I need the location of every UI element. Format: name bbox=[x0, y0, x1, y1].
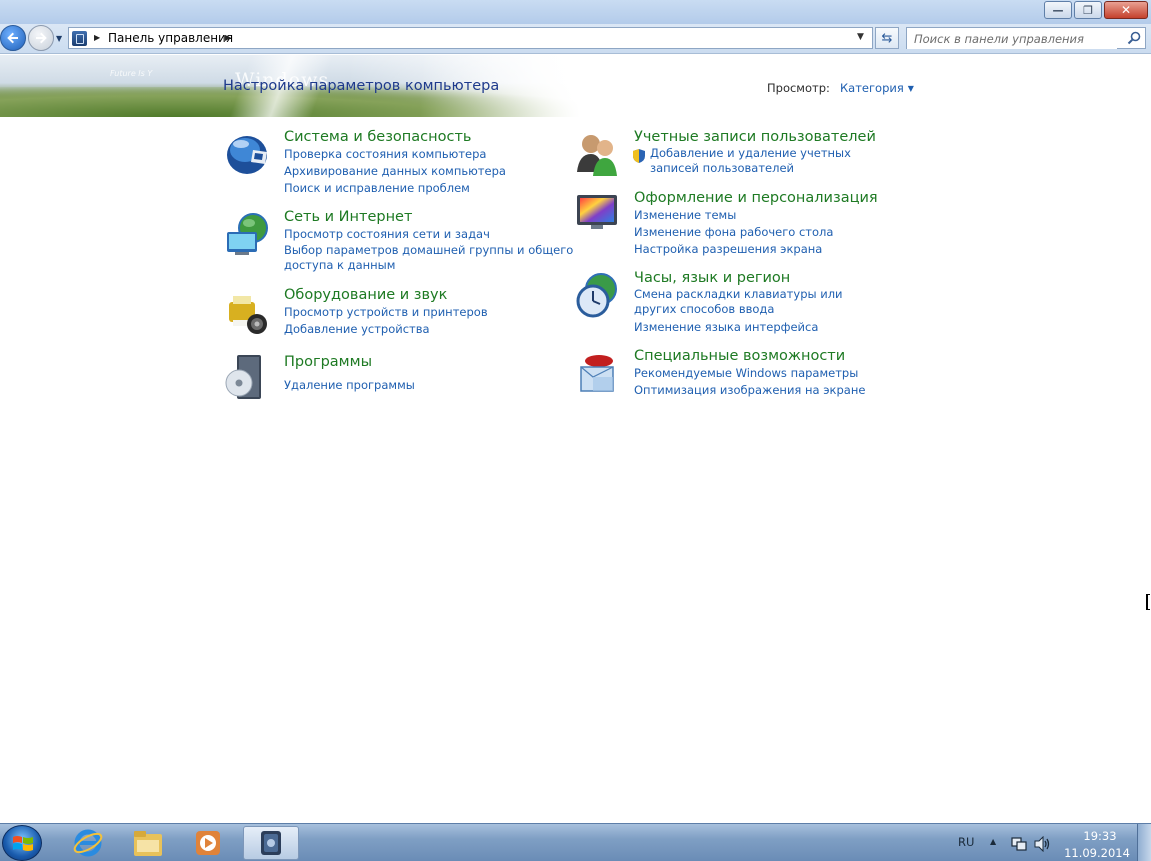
task-link[interactable]: Рекомендуемые Windows параметры bbox=[634, 365, 924, 382]
network-globe-icon bbox=[227, 213, 268, 255]
search-input[interactable] bbox=[907, 29, 1117, 49]
task-link[interactable]: Просмотр состояния сети и задач bbox=[284, 226, 574, 243]
address-history-dropdown-icon[interactable]: ▼ bbox=[857, 32, 864, 42]
shield-helmet-icon bbox=[227, 136, 267, 174]
task-link[interactable]: Изменение темы bbox=[634, 207, 924, 224]
show-desktop-button[interactable] bbox=[1137, 824, 1151, 861]
task-link[interactable]: Настройка разрешения экрана bbox=[634, 241, 924, 258]
folder-icon bbox=[134, 831, 162, 856]
category-title[interactable]: Система и безопасность bbox=[284, 128, 574, 146]
task-link[interactable]: Поиск и исправление проблем bbox=[284, 180, 574, 197]
media-player-icon bbox=[196, 831, 220, 855]
banner-tagline: Future Is Y bbox=[110, 69, 153, 78]
view-by-dropdown[interactable]: Категория ▼ bbox=[840, 81, 914, 95]
minimize-button[interactable]: — bbox=[1044, 1, 1072, 19]
task-link[interactable]: Оптимизация изображения на экране bbox=[634, 382, 924, 399]
window-controls: — ❐ ✕ bbox=[1042, 1, 1148, 19]
refresh-icon: ⇆ bbox=[881, 30, 893, 46]
windows-logo-icon bbox=[13, 836, 33, 851]
task-link[interactable]: Удаление программы bbox=[284, 377, 574, 394]
page-title: Настройка параметров компьютера bbox=[223, 78, 500, 94]
task-link[interactable]: Добавление и удаление учетных записей по… bbox=[634, 146, 894, 176]
task-link[interactable]: Архивирование данных компьютера bbox=[284, 163, 574, 180]
category-title[interactable]: Программы bbox=[284, 353, 574, 371]
category-title[interactable]: Оборудование и звук bbox=[284, 286, 574, 304]
clock-globe-icon bbox=[576, 273, 617, 318]
taskbar: RU ▲ 19:33 11.09.2014 bbox=[0, 823, 1151, 861]
category-title[interactable]: Часы, язык и регион bbox=[634, 269, 924, 287]
volume-icon[interactable] bbox=[1034, 836, 1052, 852]
dropdown-arrow-icon: ▼ bbox=[907, 84, 914, 93]
category-title[interactable]: Учетные записи пользователей bbox=[634, 128, 924, 146]
accessibility-icon bbox=[580, 355, 614, 392]
taskbar-explorer[interactable] bbox=[120, 826, 176, 860]
maximize-icon: ❐ bbox=[1083, 3, 1093, 17]
navigation-bar: ▼ ▶ Панель управления ▶ ▼ ⇆ bbox=[0, 24, 1151, 54]
control-panel-icon bbox=[261, 831, 281, 855]
maximize-button[interactable]: ❐ bbox=[1074, 1, 1102, 19]
control-panel-icon bbox=[72, 31, 87, 46]
task-link[interactable]: Выбор параметров домашней группы и общег… bbox=[284, 243, 574, 273]
close-button[interactable]: ✕ bbox=[1104, 1, 1148, 19]
task-link[interactable]: Смена раскладки клавиатуры или других сп… bbox=[634, 287, 884, 317]
task-link[interactable]: Проверка состояния компьютера bbox=[284, 146, 574, 163]
category-title[interactable]: Сеть и Интернет bbox=[284, 208, 574, 226]
title-bar[interactable]: — ❐ ✕ bbox=[0, 0, 1151, 24]
task-link[interactable]: Изменение фона рабочего стола bbox=[634, 224, 924, 241]
view-by-label: Просмотр: bbox=[767, 81, 830, 95]
start-button[interactable] bbox=[2, 825, 42, 861]
control-panel-window: — ❐ ✕ ▼ ▶ Панель управления ▶ ▼ ⇆ Поиск … bbox=[0, 0, 1151, 861]
programs-disc-icon bbox=[225, 355, 261, 399]
close-icon: ✕ bbox=[1120, 3, 1132, 17]
arrow-left-icon bbox=[7, 32, 18, 44]
recent-pages-dropdown-icon[interactable]: ▼ bbox=[56, 34, 62, 43]
internet-explorer-icon bbox=[73, 829, 103, 857]
task-link[interactable]: Изменение языка интерфейса bbox=[634, 319, 924, 336]
category-title[interactable]: Оформление и персонализация bbox=[634, 189, 924, 207]
network-tray-icon[interactable] bbox=[1011, 836, 1027, 852]
search-icon[interactable] bbox=[1127, 31, 1141, 45]
minimize-icon: — bbox=[1052, 3, 1064, 17]
category-title[interactable]: Специальные возможности bbox=[634, 347, 924, 365]
users-icon bbox=[577, 135, 617, 176]
appearance-palette-icon bbox=[577, 195, 617, 229]
task-link[interactable]: Просмотр устройств и принтеров bbox=[284, 304, 574, 321]
breadcrumb-arrow-icon[interactable]: ▶ bbox=[94, 33, 100, 42]
address-bar[interactable]: ▶ Панель управления ▶ ▼ bbox=[68, 27, 873, 49]
back-button[interactable] bbox=[0, 25, 26, 51]
search-box[interactable] bbox=[906, 27, 1146, 49]
arrow-right-icon bbox=[36, 32, 47, 44]
taskbar-media-player[interactable] bbox=[180, 826, 236, 860]
forward-button[interactable] bbox=[28, 25, 54, 51]
task-link[interactable]: Добавление устройства bbox=[284, 321, 574, 338]
view-by-value: Категория bbox=[840, 81, 904, 95]
printer-speaker-icon bbox=[229, 296, 267, 334]
language-indicator[interactable]: RU bbox=[958, 835, 974, 849]
breadcrumb-arrow-icon[interactable]: ▶ bbox=[225, 33, 231, 42]
taskbar-internet-explorer[interactable] bbox=[60, 826, 116, 860]
show-hidden-icons-icon[interactable]: ▲ bbox=[990, 837, 996, 846]
taskbar-control-panel[interactable] bbox=[243, 826, 299, 860]
clock-date[interactable]: 11.09.2014 bbox=[1062, 846, 1132, 860]
mouse-cursor bbox=[1146, 594, 1150, 610]
clock-time[interactable]: 19:33 bbox=[1070, 829, 1130, 843]
refresh-button[interactable]: ⇆ bbox=[875, 27, 899, 49]
breadcrumb-control-panel[interactable]: Панель управления bbox=[108, 31, 233, 45]
